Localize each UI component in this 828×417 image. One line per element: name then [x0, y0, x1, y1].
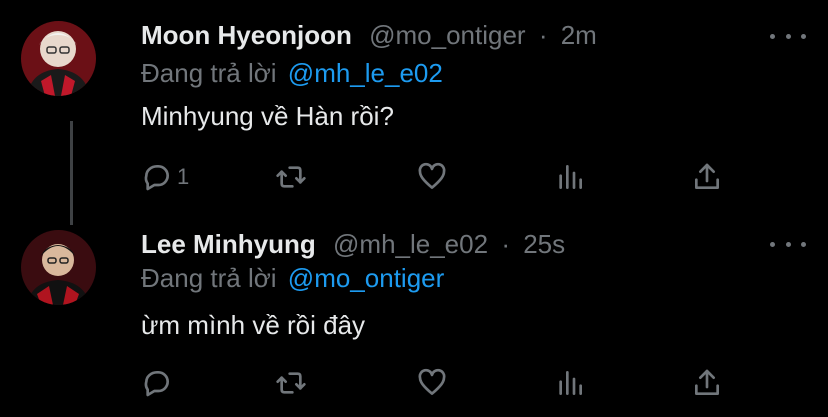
- like-icon: [418, 368, 446, 395]
- user-handle[interactable]: @mh_le_e02: [333, 229, 488, 259]
- share-icon: [695, 369, 719, 395]
- retweet-button[interactable]: [275, 157, 307, 197]
- analytics-icon: [559, 165, 582, 189]
- avatar[interactable]: [21, 230, 96, 305]
- tweet-text: Minhyung về Hàn rồi?: [141, 101, 394, 131]
- analytics-icon: [559, 371, 582, 395]
- reply-icon: [144, 371, 169, 397]
- more-icon[interactable]: [770, 234, 806, 254]
- reply-icon: [144, 165, 169, 191]
- share-button[interactable]: [691, 157, 723, 197]
- avatar[interactable]: [21, 21, 96, 96]
- avatar-image-2: [21, 230, 96, 305]
- analytics-button[interactable]: [554, 157, 586, 197]
- tweet-actions: [0, 363, 828, 403]
- replying-prefix: Đang trả lời: [141, 263, 277, 293]
- retweet-icon: [276, 166, 306, 188]
- display-name[interactable]: Lee Minhyung: [141, 229, 316, 259]
- separator-dot: ·: [501, 229, 510, 259]
- reply-button[interactable]: [141, 363, 177, 403]
- mention-link[interactable]: @mo_ontiger: [288, 263, 444, 293]
- replying-to: Đang trả lời @mo_ontiger: [141, 263, 444, 293]
- tweet-header: Lee Minhyung @mh_le_e02 · 25s: [141, 229, 565, 259]
- like-button[interactable]: [416, 157, 448, 197]
- reply-count: 1: [177, 164, 190, 189]
- like-icon: [418, 162, 446, 189]
- mention-link[interactable]: @mh_le_e02: [288, 58, 443, 88]
- separator-dot: ·: [538, 20, 548, 50]
- replying-to: Đang trả lời @mh_le_e02: [141, 58, 443, 88]
- tweet-header: Moon Hyeonjoon @mo_ontiger · 2m: [141, 20, 597, 50]
- replying-prefix: Đang trả lời: [141, 58, 277, 88]
- display-name[interactable]: Moon Hyeonjoon: [141, 20, 352, 50]
- like-button[interactable]: [416, 363, 448, 403]
- share-icon: [695, 163, 719, 189]
- avatar-image-1: [21, 21, 96, 96]
- share-button[interactable]: [691, 363, 723, 403]
- timestamp[interactable]: 25s: [523, 229, 565, 259]
- more-icon[interactable]: [770, 26, 806, 46]
- tweet-actions: 1: [0, 157, 828, 197]
- analytics-button[interactable]: [554, 363, 586, 403]
- timestamp[interactable]: 2m: [561, 20, 597, 50]
- user-handle[interactable]: @mo_ontiger: [369, 20, 525, 50]
- retweet-button[interactable]: [275, 363, 307, 403]
- reply-button[interactable]: 1: [141, 157, 189, 197]
- retweet-icon: [276, 372, 306, 394]
- tweet-text: ừm mình về rồi đây: [141, 310, 366, 340]
